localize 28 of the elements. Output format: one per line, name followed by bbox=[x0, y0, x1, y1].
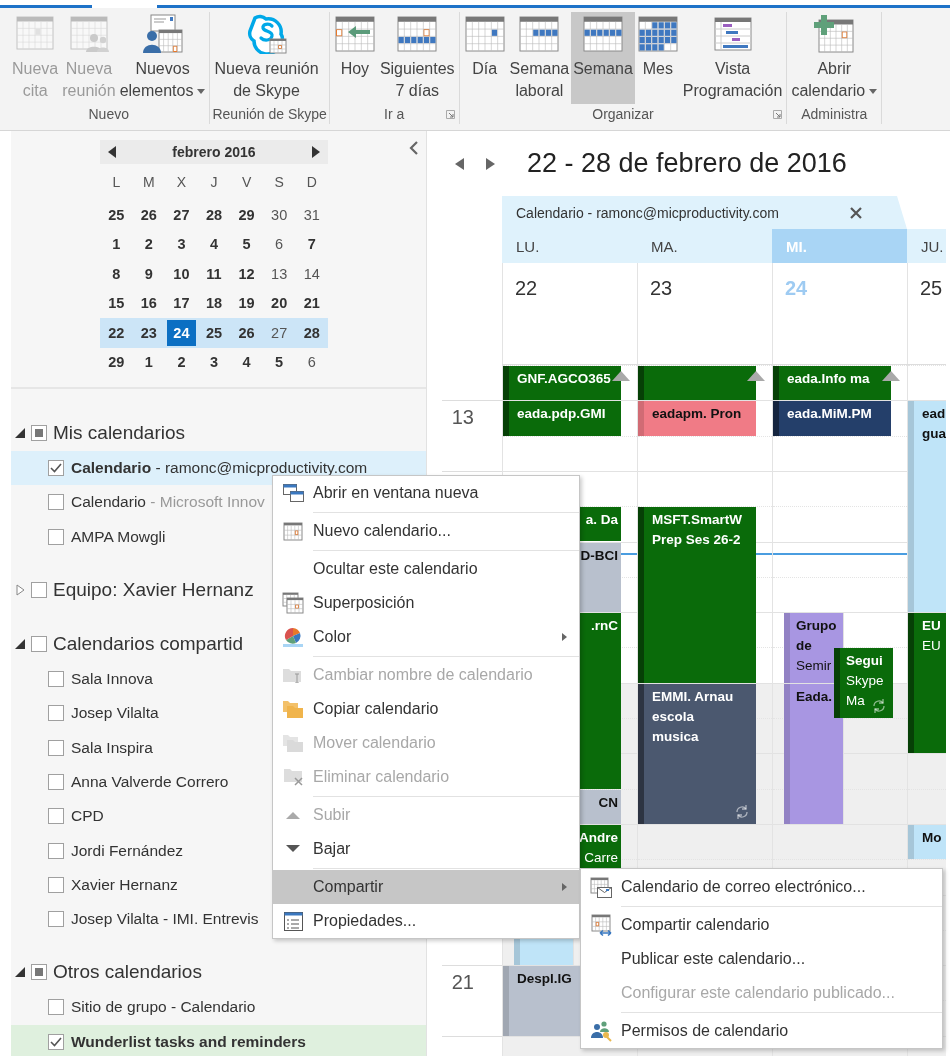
hour-label: 21 bbox=[451, 971, 474, 995]
group-label: Administra bbox=[801, 106, 868, 123]
day-header: LU. bbox=[515, 236, 541, 257]
group-label: Calendarios compartid bbox=[53, 632, 244, 655]
day-header: MI. bbox=[772, 229, 907, 263]
weekday-label: X bbox=[175, 173, 188, 192]
group-label: Ir a bbox=[384, 106, 405, 123]
weekday-label: S bbox=[273, 173, 285, 192]
group-label: Equipo: Xavier Hernanz bbox=[53, 578, 254, 601]
weekday-label: J bbox=[209, 173, 219, 192]
group-label: Reunión de Skype bbox=[212, 106, 327, 123]
group-label: Organizar bbox=[592, 106, 654, 123]
weekday-label: L bbox=[111, 173, 122, 192]
day-header: JU. bbox=[920, 236, 945, 257]
month-title: febrero 2016 bbox=[172, 144, 256, 160]
date-range-title: 22 - 28 de febrero de 2016 bbox=[527, 148, 847, 179]
weekday-label: M bbox=[142, 173, 156, 192]
date-number: 24 bbox=[772, 263, 907, 364]
weekday-label: D bbox=[305, 173, 318, 192]
date-number: 22 bbox=[502, 263, 637, 364]
group-label: Otros calendarios bbox=[53, 961, 202, 984]
date-number: 23 bbox=[637, 263, 772, 364]
date-number: 25 bbox=[907, 263, 946, 364]
weekday-label: V bbox=[240, 173, 253, 192]
day-header: MA. bbox=[650, 236, 679, 257]
group-label: Nuevo bbox=[88, 106, 129, 123]
group-label: Mis calendarios bbox=[53, 422, 185, 444]
hour-label: 13 bbox=[451, 406, 474, 430]
